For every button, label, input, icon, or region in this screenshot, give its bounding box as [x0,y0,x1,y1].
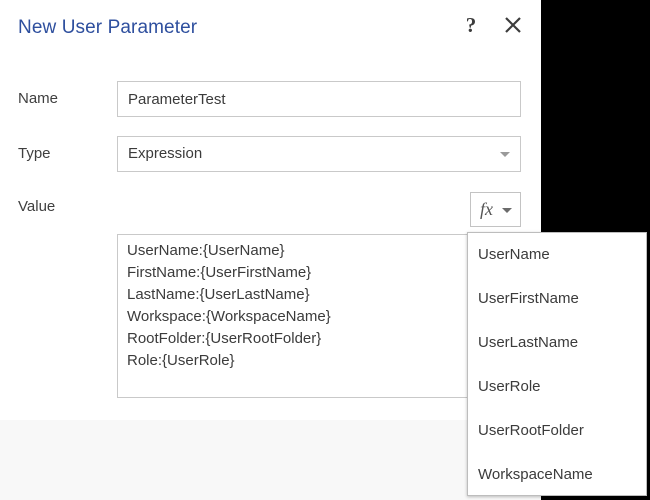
dialog-body: New User Parameter ? Name Type Expressio… [0,0,541,420]
fx-menu-item[interactable]: UserName [468,233,646,277]
type-field-label: Type [18,145,51,162]
value-field-label: Value [18,198,56,215]
fx-menu-item[interactable]: UserLastName [468,321,646,365]
fx-label: fx [480,199,493,219]
fx-menu-item[interactable]: UserRole [468,365,646,409]
dialog-title-bar: New User Parameter ? [0,0,541,58]
chevron-down-icon [502,208,512,213]
close-icon[interactable] [504,11,530,39]
dialog-footer: OK Cancel [0,420,541,500]
fx-dropdown-menu: UserName UserFirstName UserLastName UserRol… [467,232,647,496]
type-select[interactable]: Expression [117,136,521,172]
help-icon[interactable]: ? [460,12,482,38]
fx-menu-item[interactable]: UserRootFolder [468,409,646,453]
name-input[interactable] [117,81,521,117]
new-user-parameter-dialog: New User Parameter ? Name Type Expressio… [0,0,541,500]
fx-expression-button[interactable]: fx [470,192,521,227]
value-textarea[interactable]: UserName:{UserName} FirstName:{UserFirst… [117,234,521,398]
fx-menu-item[interactable]: WorkspaceName [468,453,646,495]
chevron-down-icon [500,152,510,157]
fx-menu-item[interactable]: UserFirstName [468,277,646,321]
name-field-label: Name [18,90,59,107]
page-title: New User Parameter [18,17,198,38]
type-select-value: Expression [128,145,203,162]
